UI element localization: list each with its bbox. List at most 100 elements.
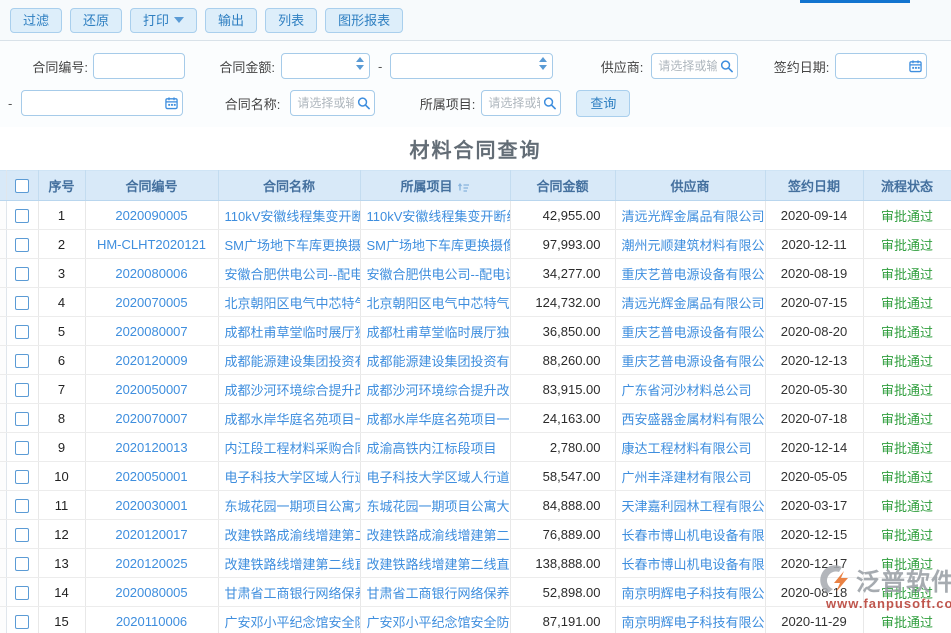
status-link[interactable]: 审批通过 xyxy=(863,607,951,633)
project-link[interactable]: 广安邓小平纪念馆安全防范 xyxy=(367,615,511,630)
contract-no-link[interactable]: 2020050007 xyxy=(115,382,187,397)
supplier-link[interactable]: 重庆艺普电源设备有限公司 xyxy=(622,354,766,369)
contract-name-link[interactable]: 电子科技大学区域人行道改 xyxy=(225,470,361,485)
project-link[interactable]: 安徽合肥供电公司--配电设备 xyxy=(367,267,511,282)
supplier-link[interactable]: 清远光辉金属品有限公司 xyxy=(622,209,765,224)
filter-button[interactable]: 过滤 xyxy=(10,8,62,33)
status-link[interactable]: 审批通过 xyxy=(863,346,951,375)
supplier-link[interactable]: 潮州元顺建筑材料有限公司 xyxy=(622,238,766,253)
status-link[interactable]: 审批通过 xyxy=(863,230,951,259)
search-icon[interactable] xyxy=(720,60,733,73)
contract-no-link[interactable]: 2020050001 xyxy=(115,469,187,484)
contract-name-link[interactable]: 110kV安徽线程集变开断线 xyxy=(225,209,361,224)
supplier-link[interactable]: 南京明辉电子科技有限公司 xyxy=(622,615,766,630)
list-view-button[interactable]: 列表 xyxy=(265,8,317,33)
contract-no-link[interactable]: 2020080007 xyxy=(115,324,187,339)
print-button[interactable]: 打印 xyxy=(130,8,197,33)
contract-name-link[interactable]: 成都沙河环境综合提升改造 xyxy=(225,383,361,398)
contract-no-link[interactable]: 2020080006 xyxy=(115,266,187,281)
contract-no-link[interactable]: HM-CLHT2020121 xyxy=(97,237,206,252)
contract-name-link[interactable]: 东城花园一期项目公寓大楼 xyxy=(225,499,361,514)
contract-no-link[interactable]: 2020120017 xyxy=(115,527,187,542)
search-icon[interactable] xyxy=(357,97,370,110)
row-checkbox[interactable] xyxy=(15,296,29,310)
contract-name-link[interactable]: 成都杜甫草堂临时展厅独立 xyxy=(225,325,361,340)
status-link[interactable]: 审批通过 xyxy=(863,375,951,404)
amount-max-input[interactable] xyxy=(390,53,553,79)
contract-name-link[interactable]: 甘肃省工商银行网络保养项目 xyxy=(225,586,361,601)
status-link[interactable]: 审批通过 xyxy=(863,578,951,607)
row-checkbox[interactable] xyxy=(15,499,29,513)
amount-max-spinner[interactable] xyxy=(539,57,547,70)
contract-name-link[interactable]: 改建铁路线增建第二线直通 xyxy=(225,557,361,572)
project-link[interactable]: 110kV安徽线程集变开断线 xyxy=(367,209,511,224)
project-link[interactable]: 改建铁路线增建第二线直通 xyxy=(367,557,511,572)
supplier-link[interactable]: 天津嘉利园林工程有限公司 xyxy=(622,499,766,514)
contract-no-link[interactable]: 2020110006 xyxy=(116,614,187,629)
status-link[interactable]: 审批通过 xyxy=(863,317,951,346)
project-link[interactable]: 成渝高铁内江标段项目 xyxy=(367,441,497,456)
row-checkbox[interactable] xyxy=(15,209,29,223)
contract-no-link[interactable]: 2020120025 xyxy=(115,556,187,571)
contract-no-input[interactable] xyxy=(93,53,185,79)
calendar-icon[interactable] xyxy=(909,60,922,73)
contract-no-link[interactable]: 2020070005 xyxy=(115,295,187,310)
contract-no-link[interactable]: 2020080005 xyxy=(115,585,187,600)
row-checkbox[interactable] xyxy=(15,267,29,281)
row-checkbox[interactable] xyxy=(15,586,29,600)
contract-no-link[interactable]: 2020120013 xyxy=(115,440,187,455)
row-checkbox[interactable] xyxy=(15,528,29,542)
contract-name-link[interactable]: 内江段工程材料采购合同 xyxy=(225,441,361,456)
supplier-link[interactable]: 广东省河沙材料总公司 xyxy=(622,383,752,398)
calendar-icon[interactable] xyxy=(165,97,178,110)
status-link[interactable]: 审批通过 xyxy=(863,201,951,230)
contract-no-link[interactable]: 2020120009 xyxy=(115,353,187,368)
project-link[interactable]: 成都杜甫草堂临时展厅独立 xyxy=(367,325,511,340)
status-link[interactable]: 审批通过 xyxy=(863,259,951,288)
row-checkbox[interactable] xyxy=(15,412,29,426)
supplier-link[interactable]: 长春市博山机电设备有限公司 xyxy=(622,528,766,543)
contract-name-link[interactable]: 改建铁路成渝线增建第二线 xyxy=(225,528,361,543)
supplier-link[interactable]: 南京明辉电子科技有限公司 xyxy=(622,586,766,601)
contract-no-link[interactable]: 2020090005 xyxy=(115,208,187,223)
contract-name-link[interactable]: 成都能源建设集团投资有限 xyxy=(225,354,361,369)
status-link[interactable]: 审批通过 xyxy=(863,462,951,491)
project-link[interactable]: 改建铁路成渝线增建第二线 xyxy=(367,528,511,543)
contract-name-link[interactable]: 安徽合肥供电公司--配电设备 xyxy=(225,267,361,282)
row-checkbox[interactable] xyxy=(15,441,29,455)
supplier-link[interactable]: 长春市博山机电设备有限公司 xyxy=(622,557,766,572)
status-link[interactable]: 审批通过 xyxy=(863,491,951,520)
project-link[interactable]: 成都水岸华庭名苑项目一标 xyxy=(367,412,511,427)
row-checkbox[interactable] xyxy=(15,557,29,571)
row-checkbox[interactable] xyxy=(15,238,29,252)
amount-min-spinner[interactable] xyxy=(356,57,364,70)
contract-name-link[interactable]: SM广场地下车库更换摄像头 xyxy=(225,238,361,253)
export-button[interactable]: 输出 xyxy=(205,8,257,33)
project-link[interactable]: 甘肃省工商银行网络保养项目 xyxy=(367,586,511,601)
search-icon[interactable] xyxy=(543,97,556,110)
supplier-link[interactable]: 西安盛器金属材料有限公司 xyxy=(622,412,766,427)
row-checkbox[interactable] xyxy=(15,383,29,397)
status-link[interactable]: 审批通过 xyxy=(863,549,951,578)
col-header-project[interactable]: 所属项目 xyxy=(360,171,510,201)
project-link[interactable]: 北京朝阳区电气中芯特气系统 xyxy=(367,296,511,311)
contract-name-link[interactable]: 成都水岸华庭名苑项目一标 xyxy=(225,412,361,427)
project-link[interactable]: 成都能源建设集团投资有限 xyxy=(367,354,511,369)
supplier-link[interactable]: 重庆艺普电源设备有限公司 xyxy=(622,267,766,282)
supplier-link[interactable]: 广州丰泽建材有限公司 xyxy=(622,470,752,485)
spinner-down-icon[interactable] xyxy=(539,65,547,70)
project-link[interactable]: 成都沙河环境综合提升改造 xyxy=(367,383,511,398)
status-link[interactable]: 审批通过 xyxy=(863,433,951,462)
row-checkbox[interactable] xyxy=(15,615,29,629)
spinner-up-icon[interactable] xyxy=(356,57,364,62)
supplier-link[interactable]: 重庆艺普电源设备有限公司 xyxy=(622,325,766,340)
status-link[interactable]: 审批通过 xyxy=(863,520,951,549)
project-link[interactable]: 东城花园一期项目公寓大楼 xyxy=(367,499,511,514)
sign-date-to-input[interactable] xyxy=(21,90,183,116)
select-all-checkbox[interactable] xyxy=(15,179,29,193)
contract-name-link[interactable]: 北京朝阳区电气中芯特气系统 xyxy=(225,296,361,311)
supplier-link[interactable]: 清远光辉金属品有限公司 xyxy=(622,296,765,311)
chart-report-button[interactable]: 图形报表 xyxy=(325,8,403,33)
contract-no-link[interactable]: 2020070007 xyxy=(115,411,187,426)
status-link[interactable]: 审批通过 xyxy=(863,404,951,433)
